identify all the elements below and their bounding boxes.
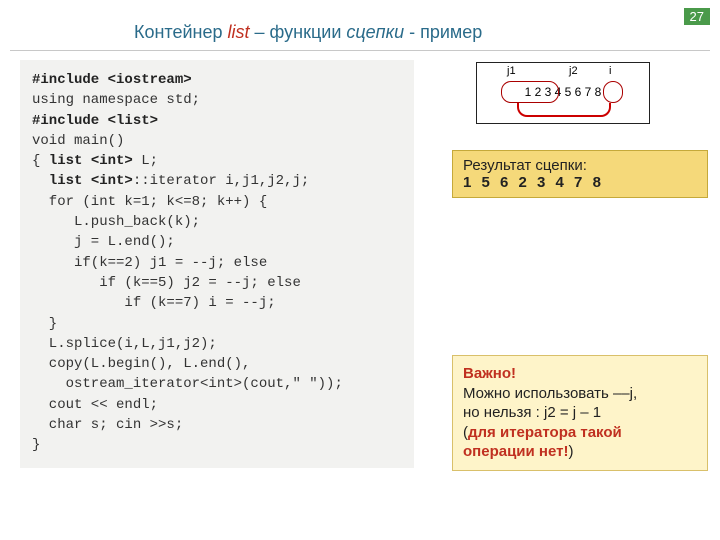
t-it: сцепки xyxy=(346,22,404,42)
c6c: ::iterator i,j1,j2,j; xyxy=(133,173,309,189)
result-label: Результат сцепки: xyxy=(463,157,697,174)
c4: void main() xyxy=(32,133,124,149)
c10: if(k==2) j1 = --j; else xyxy=(32,255,267,271)
c13: } xyxy=(32,316,57,332)
c15: copy(L.begin(), L.end(), xyxy=(32,356,250,372)
c17: cout << endl; xyxy=(32,397,158,413)
c6a xyxy=(32,173,49,189)
result-box: Результат сцепки: 1 5 6 2 3 4 7 8 xyxy=(452,150,708,198)
c1a: #include xyxy=(32,72,108,88)
t3: - пример xyxy=(404,22,482,42)
c18: char s; cin >>s; xyxy=(32,417,183,433)
lbl-j1: j1 xyxy=(507,65,516,77)
note-strong: Важно! xyxy=(463,364,697,384)
page-number: 27 xyxy=(684,8,710,25)
c12: if (k==7) i = --j; xyxy=(32,295,276,311)
c5b: list <int> xyxy=(49,153,133,169)
arc xyxy=(517,103,611,117)
c1b: <iostream> xyxy=(108,72,192,88)
lbl-j2: j2 xyxy=(569,65,578,77)
slide-title: Контейнер list – функции сцепки - пример xyxy=(134,22,482,43)
c9: j = L.end(); xyxy=(32,234,175,250)
c14: L.splice(i,L,j1,j2); xyxy=(32,336,217,352)
c19: } xyxy=(32,437,40,453)
n3c: ) xyxy=(568,443,573,460)
c5c: L; xyxy=(133,153,158,169)
c3a: #include xyxy=(32,113,108,129)
note-l3: (для итератора такой операции нет!) xyxy=(463,423,697,462)
box-i xyxy=(603,81,623,103)
c16: ostream_iterator<int>(cout," ")); xyxy=(32,376,343,392)
c8: L.push_back(k); xyxy=(32,214,200,230)
splice-diagram: j1 j2 i 1 2 3 4 5 6 7 8 xyxy=(476,62,650,124)
lbl-i: i xyxy=(609,65,611,77)
note-l2: но нельзя : j2 = j – 1 xyxy=(463,403,697,423)
divider xyxy=(10,50,710,51)
note-l1: Можно использовать ––j, xyxy=(463,384,697,404)
c7: for (int k=1; k<=8; k++) { xyxy=(32,194,267,210)
code-block: #include <iostream> using namespace std;… xyxy=(20,60,414,468)
t2: – функции xyxy=(250,22,347,42)
note-box: Важно! Можно использовать ––j, но нельзя… xyxy=(452,355,708,471)
result-seq: 1 5 6 2 3 4 7 8 xyxy=(463,174,604,191)
c6b: list <int> xyxy=(49,173,133,189)
c11: if (k==5) j2 = --j; else xyxy=(32,275,301,291)
c5a: { xyxy=(32,153,49,169)
box-j1j2 xyxy=(501,81,559,103)
c3b: <list> xyxy=(108,113,158,129)
t-red: list xyxy=(228,22,250,42)
c2: using namespace std; xyxy=(32,92,200,108)
t1: Контейнер xyxy=(134,22,228,42)
n3b: для итератора такой операции нет! xyxy=(463,424,622,461)
